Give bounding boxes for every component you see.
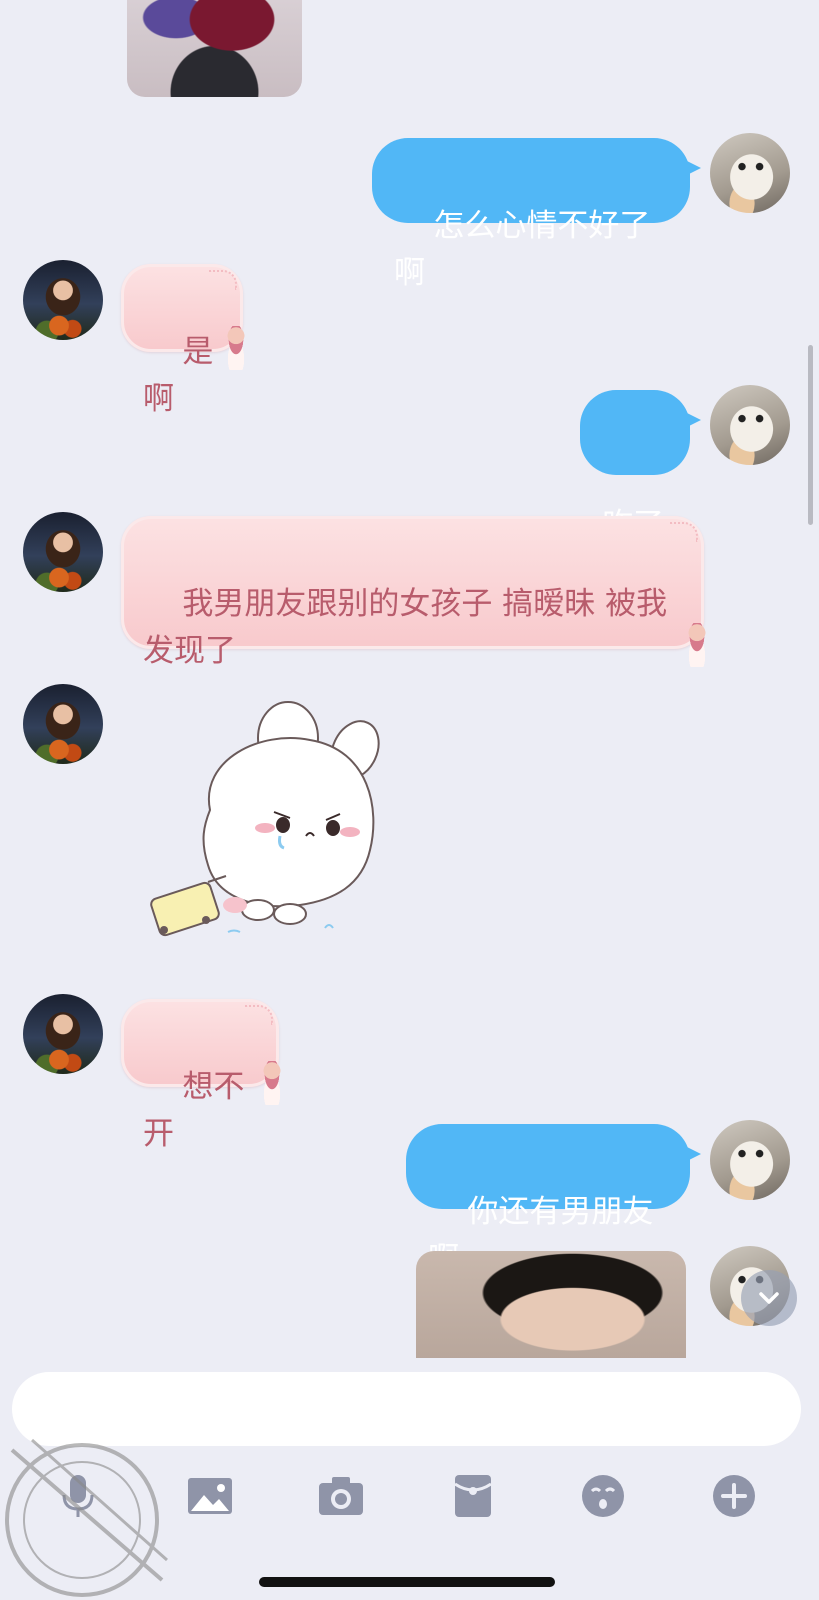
outgoing-message-bubble[interactable]: 怎么心情不好了啊 bbox=[372, 138, 701, 291]
outgoing-message-bubble[interactable]: 你还有男朋友啊 bbox=[406, 1124, 701, 1277]
bubble-girl-decoration bbox=[221, 326, 251, 370]
chevron-down-icon bbox=[759, 1292, 779, 1304]
more-button[interactable] bbox=[702, 1464, 766, 1528]
contact-avatar[interactable] bbox=[23, 994, 103, 1074]
emoji-button[interactable] bbox=[571, 1464, 635, 1528]
voice-button[interactable] bbox=[46, 1464, 110, 1528]
my-avatar[interactable] bbox=[710, 1120, 790, 1200]
bubble-lace-decoration bbox=[670, 522, 698, 542]
home-indicator[interactable] bbox=[259, 1577, 555, 1587]
image-message-partial[interactable] bbox=[127, 0, 302, 97]
my-avatar[interactable] bbox=[710, 133, 790, 213]
bubble-lace-decoration bbox=[209, 270, 237, 290]
message-input[interactable] bbox=[12, 1372, 801, 1446]
scrollbar[interactable] bbox=[808, 345, 813, 525]
red-packet-button[interactable] bbox=[441, 1464, 505, 1528]
incoming-message-bubble[interactable]: 是啊 bbox=[121, 264, 251, 417]
incoming-message-bubble[interactable]: 想不开 bbox=[121, 999, 287, 1152]
scroll-to-bottom-button[interactable] bbox=[741, 1270, 797, 1326]
camera-button[interactable] bbox=[309, 1464, 373, 1528]
message-text: 怎么心情不好了啊 bbox=[394, 208, 651, 291]
incoming-message-bubble[interactable]: 我男朋友跟别的女孩子 搞暧昧 被我 发现了 bbox=[121, 516, 712, 669]
plus-icon bbox=[713, 1475, 755, 1517]
crying-bunny-sticker[interactable] bbox=[140, 700, 400, 960]
message-text: 想不开 bbox=[143, 1069, 245, 1152]
outgoing-message-bubble[interactable]: 咋了 bbox=[580, 390, 701, 543]
camera-icon bbox=[319, 1477, 363, 1515]
message-text: 我男朋友跟别的女孩子 搞暧昧 被我 发现了 bbox=[143, 586, 668, 669]
contact-avatar[interactable] bbox=[23, 260, 103, 340]
red-packet-icon bbox=[454, 1475, 492, 1517]
photo-album-button[interactable] bbox=[178, 1464, 242, 1528]
chat-screen: 怎么心情不好了啊 是啊 咋了 我男朋友跟别的女孩子 搞暧昧 被我 发现了 bbox=[0, 0, 819, 1600]
message-composer bbox=[0, 1358, 819, 1600]
image-icon bbox=[188, 1478, 232, 1514]
microphone-icon bbox=[62, 1475, 94, 1517]
contact-avatar[interactable] bbox=[23, 512, 103, 592]
contact-avatar[interactable] bbox=[23, 684, 103, 764]
image-message-partial[interactable] bbox=[416, 1251, 686, 1361]
my-avatar[interactable] bbox=[710, 385, 790, 465]
bubble-lace-decoration bbox=[245, 1005, 273, 1025]
message-text: 是啊 bbox=[143, 334, 214, 417]
emoji-icon bbox=[582, 1475, 624, 1517]
bubble-girl-decoration bbox=[257, 1061, 287, 1105]
bubble-girl-decoration bbox=[682, 623, 712, 667]
